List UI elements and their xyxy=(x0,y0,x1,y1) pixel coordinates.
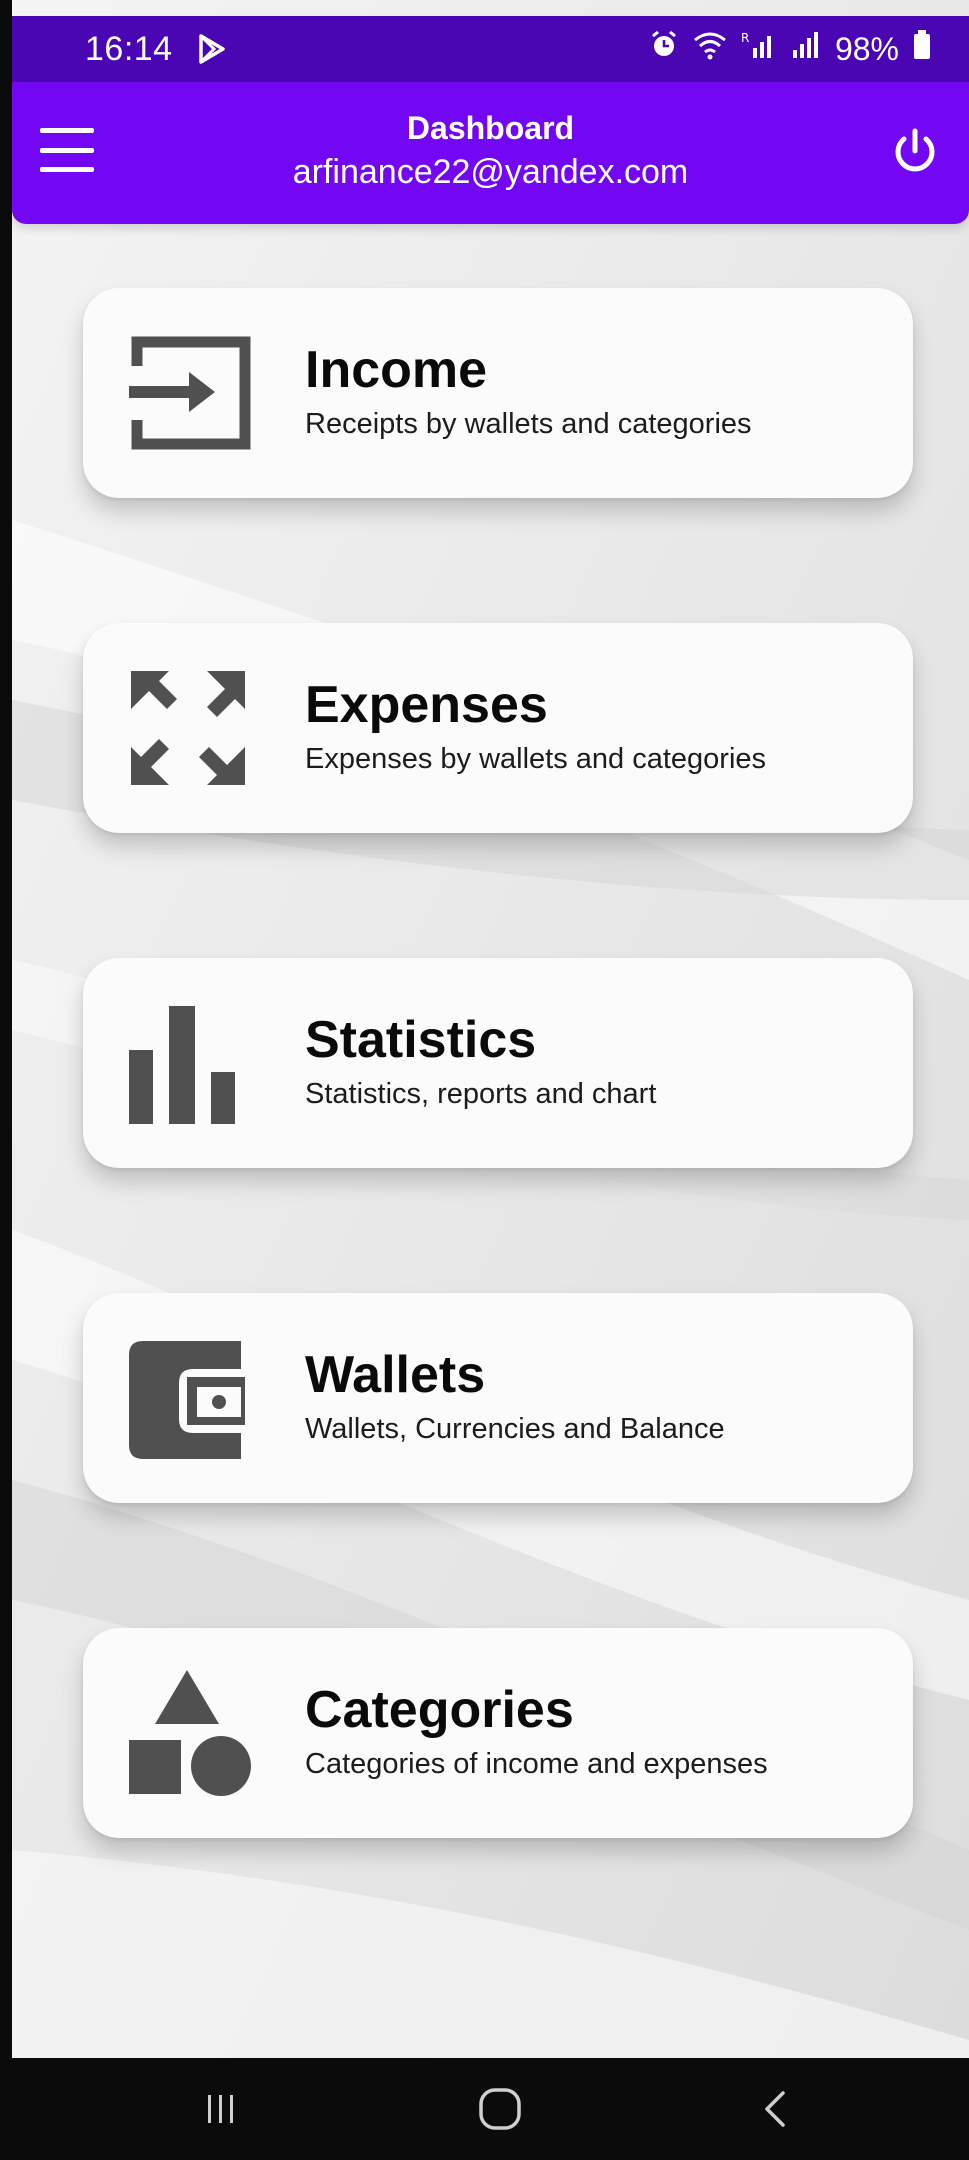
alarm-icon xyxy=(649,30,679,68)
income-card[interactable]: Income Receipts by wallets and categorie… xyxy=(83,288,913,498)
power-icon[interactable] xyxy=(889,126,941,178)
page-title: Dashboard xyxy=(406,110,575,146)
svg-text:R: R xyxy=(741,31,749,45)
expand-arrows-icon xyxy=(123,663,253,793)
wallets-card[interactable]: Wallets Wallets, Currencies and Balance xyxy=(83,1293,913,1503)
card-description: Categories of income and expenses xyxy=(305,1748,768,1780)
battery-icon xyxy=(913,30,931,68)
screen: 16:14 R 98% Dashboard arfinance22@yandex… xyxy=(0,0,969,2160)
card-description: Receipts by wallets and categories xyxy=(305,408,752,440)
card-description: Statistics, reports and chart xyxy=(305,1078,657,1110)
back-icon[interactable] xyxy=(735,2076,815,2142)
status-bar: 16:14 R 98% xyxy=(12,16,969,82)
card-description: Wallets, Currencies and Balance xyxy=(305,1413,725,1445)
categories-card-text: Categories Categories of income and expe… xyxy=(305,1680,893,1784)
header-titles: Dashboard arfinance22@yandex.com xyxy=(12,108,969,194)
wifi-icon xyxy=(693,30,727,68)
wallet-icon xyxy=(123,1333,253,1463)
battery-percent: 98% xyxy=(834,30,899,67)
card-title: Statistics xyxy=(305,1011,537,1069)
shapes-icon xyxy=(123,1668,253,1798)
bar-chart-icon xyxy=(123,998,253,1128)
status-icons: R 98% xyxy=(649,30,931,68)
play-store-icon xyxy=(197,33,227,65)
user-email: arfinance22@yandex.com xyxy=(292,153,689,191)
income-card-text: Income Receipts by wallets and categorie… xyxy=(305,340,893,444)
card-description: Expenses by wallets and categories xyxy=(305,743,767,775)
expenses-card-text: Expenses Expenses by wallets and categor… xyxy=(305,675,893,779)
signal-icon: R xyxy=(741,30,777,68)
wallets-card-text: Wallets Wallets, Currencies and Balance xyxy=(305,1345,893,1449)
system-nav-bar xyxy=(0,2058,969,2160)
signal-icon xyxy=(791,30,821,68)
recent-apps-icon[interactable] xyxy=(180,2076,260,2142)
app-header: Dashboard arfinance22@yandex.com xyxy=(12,82,969,224)
card-title: Wallets xyxy=(305,1346,486,1404)
status-time: 16:14 xyxy=(85,29,173,68)
income-input-icon xyxy=(123,328,253,458)
expenses-card[interactable]: Expenses Expenses by wallets and categor… xyxy=(83,623,913,833)
card-title: Categories xyxy=(305,1681,574,1739)
card-title: Expenses xyxy=(305,676,548,734)
categories-card[interactable]: Categories Categories of income and expe… xyxy=(83,1628,913,1838)
statistics-card-text: Statistics Statistics, reports and chart xyxy=(305,1010,893,1114)
home-icon[interactable] xyxy=(460,2076,540,2142)
statistics-card[interactable]: Statistics Statistics, reports and chart xyxy=(83,958,913,1168)
card-title: Income xyxy=(305,341,488,399)
